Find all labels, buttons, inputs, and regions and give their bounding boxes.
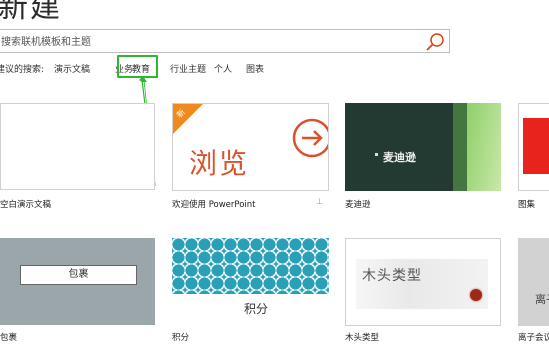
template-points[interactable]: 积分 <box>172 238 329 326</box>
template-ion-boardroom[interactable]: 离子 <box>518 238 549 326</box>
search-input[interactable] <box>0 31 415 54</box>
template-caption: 麦迪逊 <box>345 200 371 210</box>
page-title: 新建 <box>0 0 62 25</box>
template-welcome-powerpoint[interactable]: 新 浏览 <box>172 103 329 191</box>
madison-preview-title: 麦迪逊 <box>383 151 416 164</box>
madison-bullet <box>375 153 378 156</box>
pin-icon[interactable]: ⊥ <box>316 197 323 206</box>
madison-green-panel <box>467 103 501 191</box>
template-package[interactable]: 包裹 <box>0 238 155 325</box>
template-caption: 包裹 <box>0 333 18 343</box>
ion-preview-title: 离子 <box>535 293 549 306</box>
suggestion-industry[interactable]: 行业 <box>170 62 188 75</box>
madison-accent-stripe <box>453 103 467 191</box>
gallery-red-block <box>523 118 549 174</box>
template-gallery[interactable] <box>518 103 549 191</box>
search-icon[interactable] <box>425 32 445 52</box>
points-preview-title: 积分 <box>244 302 269 316</box>
template-caption: 积分 <box>172 333 190 343</box>
search-box[interactable] <box>0 29 450 54</box>
arrow-right-circle-icon <box>292 118 328 158</box>
suggested-searches-label: 建议的搜索: <box>0 65 45 75</box>
template-wood-type[interactable]: 木头类型 <box>345 238 501 326</box>
suggestion-personal[interactable]: 个人 <box>214 62 232 75</box>
template-madison[interactable]: 麦迪逊 <box>345 103 501 191</box>
suggestion-themes[interactable]: 主题 <box>188 62 206 75</box>
package-preview-title: 包裹 <box>20 265 137 285</box>
template-caption: 离子会议室 <box>518 333 549 343</box>
suggestion-presentations[interactable]: 演示文稿 <box>54 62 90 75</box>
template-caption: 图集 <box>518 200 536 210</box>
template-blank-presentation[interactable] <box>0 103 155 190</box>
template-caption: 欢迎使用 PowerPoint <box>172 200 256 210</box>
browse-text: 浏览 <box>189 147 250 180</box>
suggestion-charts[interactable]: 图表 <box>246 62 264 75</box>
wood-type-preview-title: 木头类型 <box>362 268 422 284</box>
points-pattern <box>172 238 329 294</box>
wood-type-seal <box>470 289 482 301</box>
template-caption: 空白演示文稿 <box>0 200 52 210</box>
template-caption: 木头类型 <box>345 333 380 343</box>
